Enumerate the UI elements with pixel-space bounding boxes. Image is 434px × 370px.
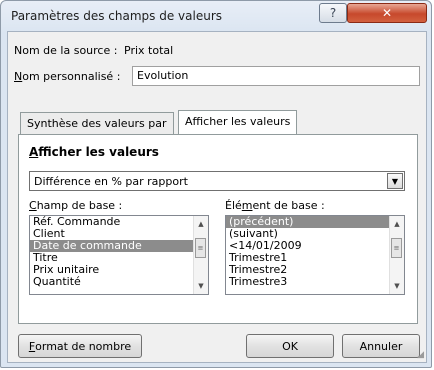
custom-name-mnemonic: N [14,70,23,83]
number-format-label-rest: ormat de nombre [35,339,132,353]
base-field-listbox[interactable]: Réf. Commande Client Date de commande Ti… [29,215,209,295]
base-item-scrollbar[interactable]: ▲ ≡ ▼ [389,216,404,294]
base-item-label-rest: ent de base : [252,199,325,212]
scroll-up-icon[interactable]: ▲ [194,218,208,230]
base-field-scrollbar[interactable]: ▲ ≡ ▼ [193,216,208,294]
section-title: Afficher les valeurs [29,145,159,159]
cancel-button[interactable]: Annuler [342,334,420,358]
close-button[interactable]: ✕ [347,3,427,23]
chevron-down-icon: ▼ [391,176,399,186]
dialog-body: Nom de la source : Prix total Nom person… [7,31,427,363]
show-values-as-dropdown[interactable]: Différence en % par rapport ▼ [29,171,405,191]
section-title-rest: fficher les valeurs [38,145,159,159]
scroll-thumb[interactable]: ≡ [391,238,402,258]
tab-summarize-values-by[interactable]: Synthèse des valeurs par [20,112,174,134]
scroll-up-icon[interactable]: ▲ [390,218,404,230]
show-values-as-selected: Différence en % par rapport [34,175,188,188]
base-field-label: Champ de base : [29,199,122,212]
close-icon: ✕ [381,6,393,20]
base-item-label: Élément de base : [225,199,325,212]
base-item-listbox[interactable]: (précédent) (suivant) <14/01/2009 Trimes… [225,215,405,295]
ok-button[interactable]: OK [246,334,334,358]
base-item-mnemonic: m [241,199,253,212]
dropdown-button[interactable]: ▼ [387,173,403,189]
dialog-window: Paramètres des champs de valeurs ? ✕ Nom… [0,0,432,368]
tab-show-values-as[interactable]: Afficher les valeurs [178,110,298,134]
custom-name-label: Nom personnalisé : [14,70,120,83]
number-format-button[interactable]: Format de nombre [18,334,142,358]
custom-name-input[interactable]: Evolution [132,66,420,86]
scroll-down-icon[interactable]: ▼ [390,280,404,292]
tab-panel-show-values: Afficher les valeurs Différence en % par… [18,134,418,324]
source-name-label: Nom de la source : [14,44,118,57]
section-title-mnemonic: A [29,145,39,159]
base-field-label-rest: hamp de base : [36,199,123,212]
custom-name-label-rest: om personnalisé : [22,70,121,83]
resize-grip-icon[interactable]: ◢ [417,350,424,360]
scroll-thumb[interactable]: ≡ [195,238,206,258]
base-item[interactable]: Trimestre3 [226,276,404,288]
title-bar[interactable]: Paramètres des champs de valeurs ? ✕ [1,1,431,31]
dialog-title: Paramètres des champs de valeurs [11,9,223,23]
scroll-down-icon[interactable]: ▼ [194,280,208,292]
help-button[interactable]: ? [319,3,347,23]
base-field-mnemonic: C [29,199,37,212]
base-field-item[interactable]: Quantité [30,276,208,288]
source-name-value: Prix total [124,44,174,57]
base-item-label-start: Élé [225,199,242,212]
